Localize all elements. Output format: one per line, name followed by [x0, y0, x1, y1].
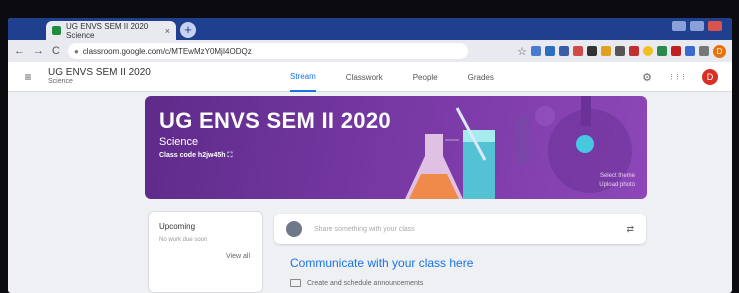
upcoming-heading: Upcoming — [159, 222, 196, 231]
tab-grades[interactable]: Grades — [468, 73, 494, 82]
extension-icon[interactable] — [601, 46, 611, 56]
extensions-puzzle-icon[interactable] — [699, 46, 709, 56]
extension-icon[interactable] — [545, 46, 555, 56]
tab-classwork[interactable]: Classwork — [346, 73, 383, 82]
banner-title: UG ENVS SEM II 2020 — [159, 108, 391, 133]
class-title-block[interactable]: UG ENVS SEM II 2020 Science — [48, 67, 151, 86]
communicate-heading: Communicate with your class here — [290, 256, 474, 270]
fullscreen-icon[interactable]: ⛶ — [228, 152, 233, 159]
user-avatar[interactable]: D — [702, 69, 718, 85]
settings-gear-icon[interactable]: ⚙ — [642, 71, 652, 84]
tab-people[interactable]: People — [413, 73, 438, 82]
schedule-announcements-text: Create and schedule announcements — [307, 279, 424, 287]
class-name: UG ENVS SEM II 2020 — [48, 67, 151, 79]
select-theme-link[interactable]: Select theme — [599, 172, 635, 181]
extension-icon[interactable] — [587, 46, 597, 56]
classroom-header: ≡ UG ENVS SEM II 2020 Science Stream Cla… — [8, 62, 732, 92]
announcement-icon — [290, 279, 301, 287]
close-window-button[interactable] — [708, 21, 722, 31]
new-tab-button[interactable]: + — [180, 22, 196, 38]
google-apps-icon[interactable]: ⋮⋮⋮ — [668, 73, 687, 81]
class-banner: UG ENVS SEM II 2020 Science Class code h… — [145, 96, 647, 199]
close-tab-icon[interactable]: × — [165, 26, 170, 36]
browser-profile-avatar[interactable]: D — [713, 44, 726, 58]
user-avatar — [286, 221, 302, 237]
extension-icon[interactable] — [573, 46, 583, 56]
extension-icon[interactable] — [629, 46, 639, 56]
main-menu-icon[interactable]: ≡ — [8, 70, 48, 84]
maximize-button[interactable] — [690, 21, 704, 31]
upcoming-empty-text: No work due soon — [159, 237, 208, 243]
classroom-favicon-icon — [52, 26, 61, 35]
bookmark-star-icon[interactable]: ☆ — [517, 45, 527, 58]
class-section: Science — [48, 78, 73, 86]
address-bar[interactable]: ● classroom.google.com/c/MTEwMzY0MjI4ODQ… — [67, 43, 468, 59]
url-text: classroom.google.com/c/MTEwMzY0MjI4ODQz — [82, 46, 252, 56]
class-code-label: Class code — [159, 152, 196, 159]
extension-icon[interactable] — [615, 46, 625, 56]
lock-icon: ● — [73, 46, 79, 56]
upcoming-card: Upcoming No work due soon View all — [148, 211, 263, 293]
class-code-value: h2jw45h — [197, 152, 226, 159]
browser-tab-bar: UG ENVS SEM II 2020 Science × + — [8, 18, 732, 40]
class-tabs: Stream Classwork People Grades — [290, 62, 494, 92]
extension-icon[interactable] — [531, 46, 541, 56]
extension-icon[interactable] — [685, 46, 695, 56]
theme-links: Select theme Upload photo — [599, 172, 635, 190]
window-controls — [672, 21, 722, 31]
tab-title: UG ENVS SEM II 2020 Science — [66, 21, 149, 40]
extensions-area: ☆ D — [517, 44, 726, 58]
forward-icon[interactable]: → — [33, 45, 44, 57]
class-code: Class code h2jw45h ⛶ — [159, 152, 232, 160]
share-placeholder: Share something with your class — [314, 225, 415, 233]
extension-icon[interactable] — [657, 46, 667, 56]
upload-photo-link[interactable]: Upload photo — [599, 181, 635, 190]
browser-tab[interactable]: UG ENVS SEM II 2020 Science × — [46, 21, 176, 40]
back-icon[interactable]: ← — [14, 45, 25, 57]
schedule-announcements-item: Create and schedule announcements — [290, 279, 423, 287]
browser-toolbar: ← → C ● classroom.google.com/c/MTEwMzY0M… — [8, 40, 732, 62]
screen: UG ENVS SEM II 2020 Science × + ← → C ● … — [8, 18, 732, 293]
extension-icon[interactable] — [559, 46, 569, 56]
tab-stream[interactable]: Stream — [290, 62, 316, 92]
extension-icon[interactable] — [671, 46, 681, 56]
share-box[interactable]: Share something with your class ⇄ — [274, 214, 646, 244]
minimize-button[interactable] — [672, 21, 686, 31]
banner-subtitle: Science — [159, 136, 199, 148]
extension-icon[interactable] — [643, 46, 653, 56]
view-all-link[interactable]: View all — [226, 253, 250, 260]
reload-icon[interactable]: C — [52, 45, 60, 57]
header-actions: ⚙ ⋮⋮⋮ D — [642, 69, 718, 85]
repost-icon[interactable]: ⇄ — [626, 224, 634, 235]
